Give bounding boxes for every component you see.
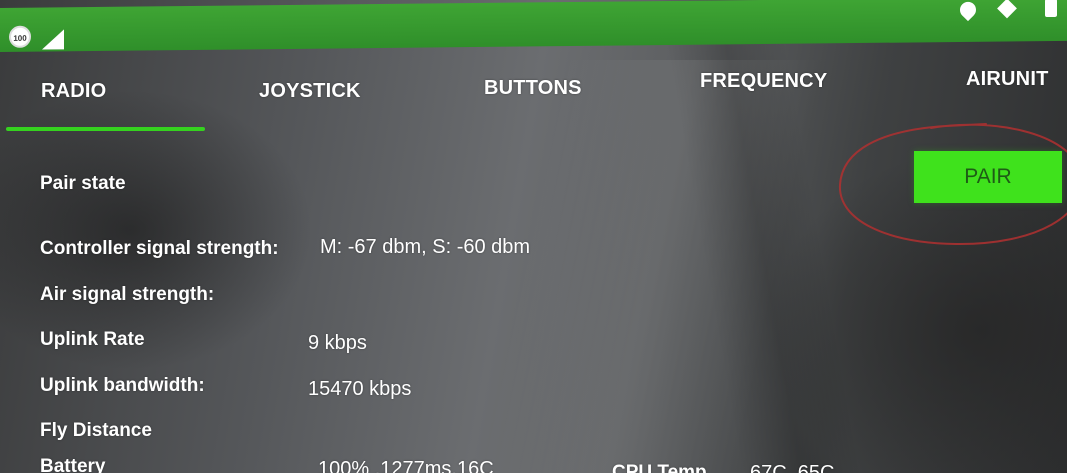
tab-airunit[interactable]: AIRUNIT [966,68,1049,91]
notification-badge-icon: 100 [9,25,31,48]
heart-icon [997,0,1017,19]
pair-button[interactable]: PAIR [914,151,1062,203]
selected-tab-indicator [6,127,205,131]
uplink-rate-value: 9 kbps [308,332,367,354]
app-screen: 100 RADIO JOYSTICK BUTTONS FREQUENCY AIR… [0,0,1067,473]
uplink-bandwidth-label: Uplink bandwidth: [40,375,205,396]
fly-distance-label: Fly Distance [40,420,152,441]
air-signal-label: Air signal strength: [40,284,215,305]
tab-joystick[interactable]: JOYSTICK [259,80,361,103]
status-bar: 100 [0,0,1067,53]
tab-radio[interactable]: RADIO [41,80,106,103]
cpu-temp-label: CPU Temp [612,462,707,473]
uplink-rate-label: Uplink Rate [40,329,145,350]
controller-signal-value: M: -67 dbm, S: -60 dbm [320,236,531,258]
signal-icon [42,29,64,50]
pair-state-label: Pair state [40,173,126,194]
uplink-bandwidth-value: 15470 kbps [308,378,412,400]
tab-buttons[interactable]: BUTTONS [484,77,582,100]
location-icon [956,0,980,22]
battery-value: 100% ,1277ms,16C [318,458,494,473]
tab-frequency[interactable]: FREQUENCY [700,70,827,93]
battery-label: Battery [40,456,106,473]
battery-icon [1045,0,1057,18]
cpu-temp-value: 67C, 65C [750,462,835,473]
controller-signal-label: Controller signal strength: [40,238,279,259]
